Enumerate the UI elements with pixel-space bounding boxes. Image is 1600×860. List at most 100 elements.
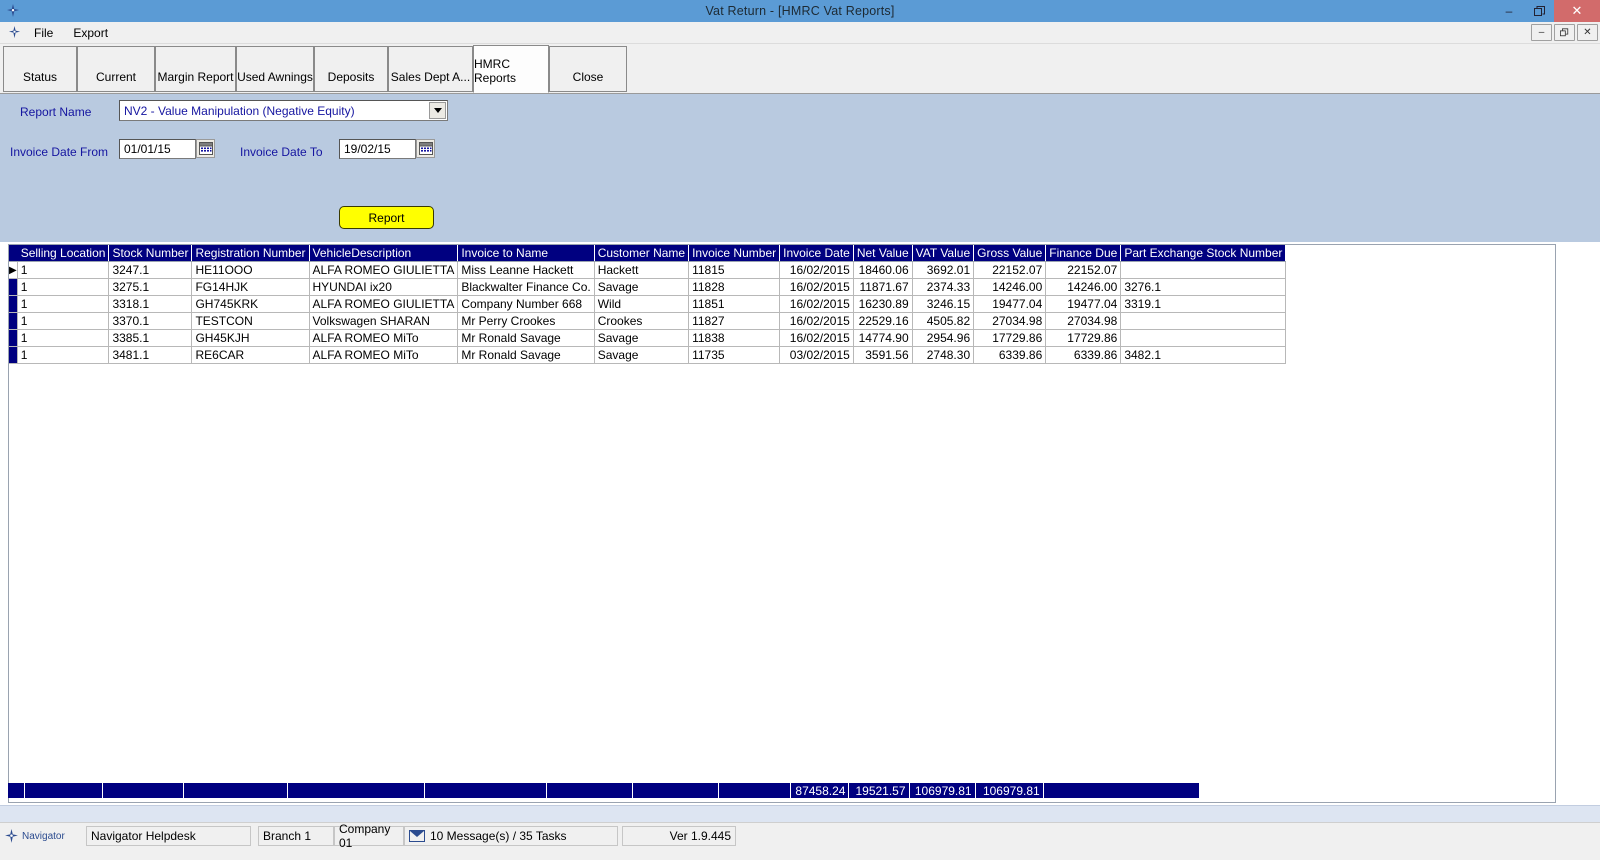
column-header-vehicle-description[interactable]: VehicleDescription [309,245,459,262]
cell-invoice-to-name[interactable]: Blackwalter Finance Co. [457,278,595,296]
cell-invoice-number[interactable]: 11851 [688,295,781,313]
cell-registration-number[interactable]: GH45KJH [191,329,310,347]
cell-stock-number[interactable]: 3481.1 [108,346,193,364]
cell-invoice-date[interactable]: 03/02/2015 [779,346,854,364]
invoice-date-from-input[interactable]: 01/01/15 [119,139,196,159]
report-name-dropdown[interactable]: NV2 - Value Manipulation (Negative Equit… [119,100,448,121]
table-row[interactable]: 1 3481.1 RE6CAR ALFA ROMEO MiTo Mr Ronald Sa… [9,346,1287,364]
cell-stock-number[interactable]: 3318.1 [108,295,193,313]
column-header-customer-name[interactable]: Customer Name [594,245,690,262]
cell-finance-due[interactable]: 17729.86 [1045,329,1122,347]
tab-status[interactable]: Status [3,46,77,92]
column-header-net-value[interactable]: Net Value [853,245,913,262]
column-header-registration-number[interactable]: Registration Number [191,245,310,262]
cell-finance-due[interactable]: 27034.98 [1045,312,1122,330]
cell-invoice-date[interactable]: 16/02/2015 [779,261,854,279]
cell-gross-value[interactable]: 6339.86 [973,346,1047,364]
cell-customer-name[interactable]: Crookes [594,312,690,330]
cell-registration-number[interactable]: TESTCON [191,312,310,330]
menu-item-file[interactable]: File [24,24,63,42]
cell-customer-name[interactable]: Savage [594,329,690,347]
cell-invoice-to-name[interactable]: Miss Leanne Hackett [457,261,595,279]
tab-used-awnings[interactable]: Used Awnings [236,46,314,92]
cell-stock-number[interactable]: 3275.1 [108,278,193,296]
cell-invoice-to-name[interactable]: Company Number 668 [457,295,595,313]
calendar-icon-to[interactable] [416,139,435,158]
tab-current[interactable]: Current [77,46,155,92]
cell-customer-name[interactable]: Wild [594,295,690,313]
cell-net-value[interactable]: 14774.90 [853,329,913,347]
table-row[interactable]: ▶ 1 3247.1 HE11OOO ALFA ROMEO GIULIETTA Miss … [9,261,1287,279]
cell-px-stock-number[interactable] [1120,312,1287,330]
menu-item-export[interactable]: Export [63,24,118,42]
cell-vehicle-description[interactable]: ALFA ROMEO MiTo [309,329,459,347]
row-selector-cell[interactable] [9,346,18,364]
cell-vat-value[interactable]: 4505.82 [912,312,975,330]
cell-invoice-number[interactable]: 11815 [688,261,781,279]
tab-hmrc-reports[interactable]: HMRC Reports [473,45,549,93]
cell-vat-value[interactable]: 2748.30 [912,346,975,364]
cell-invoice-number[interactable]: 11828 [688,278,781,296]
cell-stock-number[interactable]: 3247.1 [108,261,193,279]
column-header-gross-value[interactable]: Gross Value [973,245,1047,262]
cell-net-value[interactable]: 18460.06 [853,261,913,279]
mdi-close-button[interactable]: ✕ [1577,24,1598,41]
cell-selling-location[interactable]: 1 [17,346,110,364]
cell-px-stock-number[interactable]: 3482.1 [1120,346,1287,364]
cell-vat-value[interactable]: 3246.15 [912,295,975,313]
cell-customer-name[interactable]: Savage [594,346,690,364]
cell-finance-due[interactable]: 22152.07 [1045,261,1122,279]
cell-registration-number[interactable]: GH745KRK [191,295,310,313]
cell-registration-number[interactable]: RE6CAR [191,346,310,364]
cell-gross-value[interactable]: 14246.00 [973,278,1047,296]
cell-registration-number[interactable]: HE11OOO [191,261,310,279]
cell-px-stock-number[interactable] [1120,261,1287,279]
column-header-invoice-date[interactable]: Invoice Date [779,245,854,262]
chevron-down-icon[interactable] [429,102,446,119]
row-selector-cell[interactable] [9,278,18,296]
cell-vehicle-description[interactable]: ALFA ROMEO MiTo [309,346,459,364]
column-header-selling-location[interactable]: Selling Location [17,245,110,262]
cell-stock-number[interactable]: 3385.1 [108,329,193,347]
calendar-icon-from[interactable] [196,139,215,158]
cell-px-stock-number[interactable]: 3319.1 [1120,295,1287,313]
cell-stock-number[interactable]: 3370.1 [108,312,193,330]
cell-finance-due[interactable]: 6339.86 [1045,346,1122,364]
column-header-vat-value[interactable]: VAT Value [912,245,975,262]
cell-invoice-number[interactable]: 11838 [688,329,781,347]
cell-px-stock-number[interactable] [1120,329,1287,347]
cell-net-value[interactable]: 16230.89 [853,295,913,313]
window-maximize-button[interactable] [1524,0,1554,22]
cell-vat-value[interactable]: 3692.01 [912,261,975,279]
row-selector-cell[interactable] [9,312,18,330]
cell-gross-value[interactable]: 27034.98 [973,312,1047,330]
invoice-date-to-input[interactable]: 19/02/15 [339,139,416,159]
cell-customer-name[interactable]: Hackett [594,261,690,279]
status-messages[interactable]: 10 Message(s) / 35 Tasks [404,826,618,846]
cell-selling-location[interactable]: 1 [17,312,110,330]
cell-customer-name[interactable]: Savage [594,278,690,296]
window-close-button[interactable]: ✕ [1554,0,1600,22]
tab-close[interactable]: Close [549,46,627,92]
cell-vehicle-description[interactable]: ALFA ROMEO GIULIETTA [309,261,459,279]
cell-vehicle-description[interactable]: Volkswagen SHARAN [309,312,459,330]
cell-selling-location[interactable]: 1 [17,329,110,347]
cell-vat-value[interactable]: 2374.33 [912,278,975,296]
cell-finance-due[interactable]: 19477.04 [1045,295,1122,313]
column-header-px-stock-number[interactable]: Part Exchange Stock Number [1120,245,1287,262]
cell-invoice-date[interactable]: 16/02/2015 [779,312,854,330]
cell-finance-due[interactable]: 14246.00 [1045,278,1122,296]
tab-sales-dept-a[interactable]: Sales Dept A... [388,46,473,92]
cell-invoice-date[interactable]: 16/02/2015 [779,329,854,347]
cell-vehicle-description[interactable]: HYUNDAI ix20 [309,278,459,296]
column-header-finance-due[interactable]: Finance Due [1045,245,1122,262]
column-header-stock-number[interactable]: Stock Number [108,245,193,262]
cell-vehicle-description[interactable]: ALFA ROMEO GIULIETTA [309,295,459,313]
mdi-restore-button[interactable] [1554,24,1575,41]
cell-net-value[interactable]: 22529.16 [853,312,913,330]
table-row[interactable]: 1 3385.1 GH45KJH ALFA ROMEO MiTo Mr Ronald S… [9,329,1287,347]
row-selector-cell[interactable]: ▶ [9,261,18,279]
cell-selling-location[interactable]: 1 [17,278,110,296]
row-selector-cell[interactable] [9,329,18,347]
column-header-invoice-number[interactable]: Invoice Number [688,245,781,262]
